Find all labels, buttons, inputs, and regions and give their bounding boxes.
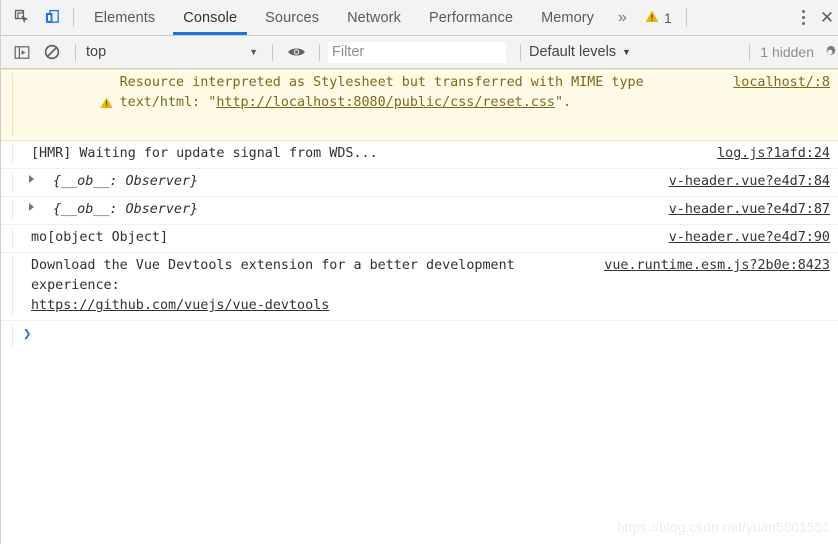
filterbar-right-group: 1 hidden xyxy=(741,43,838,61)
chevron-down-icon-levels: ▼ xyxy=(622,47,631,57)
warning-triangle-icon xyxy=(645,10,659,26)
filterbar-divider-1 xyxy=(75,43,76,61)
console-source-link[interactable]: v-header.vue?e4d7:87 xyxy=(669,200,838,220)
tab-network-label: Network xyxy=(347,9,401,26)
toolbar-divider-right xyxy=(685,8,687,27)
prompt-chevron-icon: ❯ xyxy=(23,326,32,342)
tab-memory-label: Memory xyxy=(541,9,595,26)
console-row-object-2[interactable]: {__ob__: Observer} v-header.vue?e4d7:87 xyxy=(1,197,838,225)
filterbar-divider-3 xyxy=(319,43,320,61)
live-expression-eye-icon[interactable] xyxy=(281,39,311,65)
console-log-message: mo[object Object] xyxy=(31,230,169,245)
console-row-warning[interactable]: Resource interpreted as Stylesheet but t… xyxy=(1,69,838,141)
row-gutter xyxy=(1,172,13,192)
tab-elements-label: Elements xyxy=(94,9,156,26)
console-source-link[interactable]: localhost/:8 xyxy=(733,73,838,93)
toolbar-right-group: ✕ xyxy=(790,0,838,35)
tab-memory[interactable]: Memory xyxy=(527,0,608,35)
panel-tabs: Elements Console Sources Network Perform… xyxy=(80,0,608,35)
more-tabs-chevron-icon[interactable]: » xyxy=(608,0,637,35)
warning-count-label: 1 xyxy=(663,9,672,26)
expand-triangle-icon[interactable] xyxy=(29,175,34,183)
row-gutter xyxy=(1,256,13,316)
warning-text: Resource interpreted as Stylesheet but t… xyxy=(120,73,726,113)
console-source-link[interactable]: v-header.vue?e4d7:84 xyxy=(669,172,838,192)
console-object-preview: {__ob__: Observer} xyxy=(53,174,199,189)
console-row-log-vue-devtools[interactable]: Download the Vue Devtools extension for … xyxy=(1,253,838,321)
more-tabs-label: » xyxy=(618,8,627,26)
tab-console-label: Console xyxy=(183,9,238,26)
tab-console[interactable]: Console xyxy=(169,0,251,35)
tab-performance-label: Performance xyxy=(428,9,514,26)
close-icon[interactable]: ✕ xyxy=(816,0,838,35)
execution-context-select[interactable]: top ▼ xyxy=(84,44,264,60)
console-row-object-1[interactable]: {__ob__: Observer} v-header.vue?e4d7:84 xyxy=(1,169,838,197)
row-gutter xyxy=(1,325,13,347)
warning-resource-link[interactable]: http://localhost:8080/public/css/reset.c… xyxy=(216,95,555,110)
hidden-messages-label[interactable]: 1 hidden xyxy=(760,44,814,60)
toolbar-divider xyxy=(73,8,74,27)
log-levels-label: Default levels xyxy=(529,44,617,60)
console-sidebar-icon[interactable] xyxy=(7,39,37,65)
console-warning-message: Resource interpreted as Stylesheet but t… xyxy=(13,73,733,136)
execution-context-label: top xyxy=(86,44,107,60)
console-row-log-mo[interactable]: mo[object Object] v-header.vue?e4d7:90 xyxy=(1,225,838,253)
console-source-link[interactable]: vue.runtime.esm.js?2b0e:8423 xyxy=(604,256,838,276)
tab-sources[interactable]: Sources xyxy=(251,0,333,35)
chevron-down-icon: ▼ xyxy=(249,47,258,57)
devtools-window: Elements Console Sources Network Perform… xyxy=(0,0,838,544)
console-filterbar: top ▼ Default levels ▼ 1 hidden xyxy=(1,36,838,69)
close-icon-glyph: ✕ xyxy=(819,7,835,27)
row-gutter xyxy=(1,228,13,248)
console-row-log-hmr[interactable]: [HMR] Waiting for update signal from WDS… xyxy=(1,141,838,169)
warning-triangle-icon-row xyxy=(19,76,113,136)
console-multiline-message: Download the Vue Devtools extension for … xyxy=(13,256,604,316)
settings-gear-icon[interactable] xyxy=(822,44,838,60)
filterbar-divider-5 xyxy=(749,43,751,61)
device-toolbar-icon[interactable] xyxy=(37,0,67,35)
console-prompt-input[interactable] xyxy=(31,325,838,345)
filterbar-divider-4 xyxy=(520,43,521,61)
devtools-tabbar: Elements Console Sources Network Perform… xyxy=(1,0,838,36)
vue-devtools-github-link[interactable]: https://github.com/vuejs/vue-devtools xyxy=(31,298,329,313)
watermark-text: https://blog.csdn.net/yuan5801551 xyxy=(616,520,830,535)
console-source-link[interactable]: v-header.vue?e4d7:90 xyxy=(669,228,838,248)
tab-network[interactable]: Network xyxy=(333,0,415,35)
tab-sources-label: Sources xyxy=(265,9,320,26)
tab-performance[interactable]: Performance xyxy=(415,0,527,35)
log-levels-select[interactable]: Default levels ▼ xyxy=(529,44,631,60)
row-gutter xyxy=(1,200,13,220)
expand-triangle-icon[interactable] xyxy=(29,203,34,211)
console-log-message: [HMR] Waiting for update signal from WDS… xyxy=(31,146,378,161)
console-object-preview: {__ob__: Observer} xyxy=(53,202,199,217)
tab-elements[interactable]: Elements xyxy=(80,0,169,35)
vue-devtools-text: Download the Vue Devtools extension for … xyxy=(31,258,515,293)
inspect-element-icon[interactable] xyxy=(7,0,37,35)
console-prompt-row[interactable]: ❯ xyxy=(1,321,838,351)
warning-text-after: ". xyxy=(554,95,572,110)
row-gutter xyxy=(1,73,13,136)
console-filter-input[interactable] xyxy=(328,41,506,63)
console-source-link[interactable]: log.js?1afd:24 xyxy=(717,144,838,164)
console-message-area[interactable]: Resource interpreted as Stylesheet but t… xyxy=(1,69,838,544)
filterbar-divider-2 xyxy=(272,43,273,61)
clear-console-icon[interactable] xyxy=(37,39,67,65)
warning-count-badge[interactable]: 1 xyxy=(637,0,680,35)
kebab-menu-icon[interactable] xyxy=(790,0,816,35)
row-gutter xyxy=(1,144,13,164)
